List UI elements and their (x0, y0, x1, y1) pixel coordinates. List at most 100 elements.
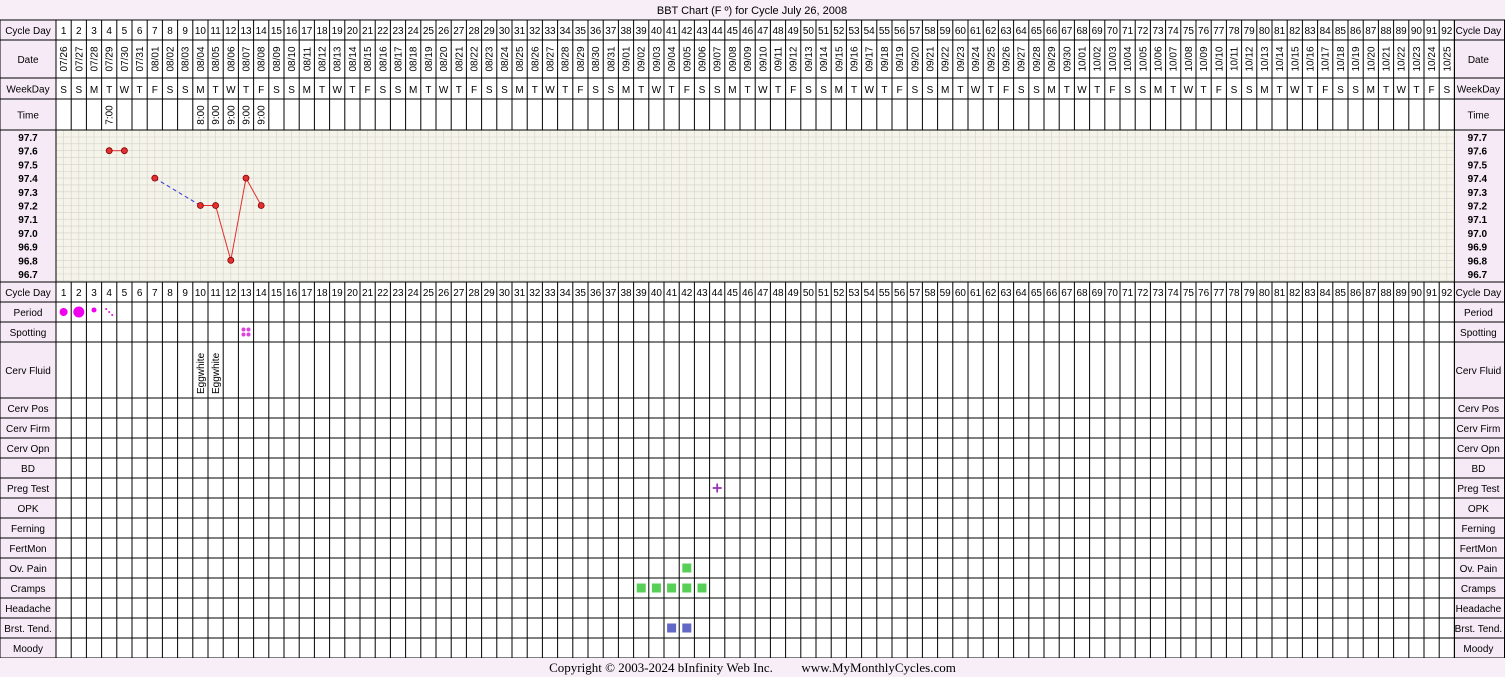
cycle-day-number: 48 (772, 26, 784, 37)
cramps-marker (651, 583, 661, 593)
row-label-left: Preg Test (7, 484, 49, 495)
cycle-day-number: 3 (91, 26, 97, 37)
row-label-left: Period (14, 308, 43, 319)
weekday-letter: T (137, 85, 143, 96)
cycle-day-number: 80 (1259, 26, 1271, 37)
cycle-day-number: 88 (1380, 26, 1392, 37)
date-label: 08/05 (211, 46, 222, 71)
date-label: 10/25 (1442, 46, 1453, 71)
cycle-day-number: 12 (225, 26, 237, 37)
cycle-day-number: 6 (137, 26, 143, 37)
cycle-day-number: 53 (848, 26, 860, 37)
weekday-letter: T (1201, 85, 1207, 96)
weekday-letter: S (1018, 85, 1025, 96)
cycle-day-number: 90 (1411, 26, 1423, 37)
cycle-day-number: 91 (1426, 26, 1438, 37)
date-label: 09/27 (1017, 46, 1028, 71)
cycle-day-number: 8 (167, 26, 173, 37)
date-label: 10/17 (1321, 46, 1332, 71)
cycle-day-number: 76 (1198, 26, 1210, 37)
weekday-letter: T (562, 85, 568, 96)
weekday-letter: S (75, 85, 82, 96)
weekday-letter: S (607, 85, 614, 96)
temp-point (105, 147, 113, 155)
cycle-day-number: 40 (651, 288, 663, 299)
cycle-day-number: 58 (924, 288, 936, 299)
weekday-letter: S (1337, 85, 1344, 96)
weekday-letter: S (805, 85, 812, 96)
cycle-day-number: 18 (316, 288, 328, 299)
date-label: 10/03 (1108, 46, 1119, 71)
spotting-dot (246, 332, 251, 337)
temp-axis-label-right: 97.6 (1468, 147, 1488, 158)
cycle-day-number: 74 (1168, 26, 1180, 37)
weekday-letter: W (1396, 85, 1406, 96)
cycle-day-number: 40 (651, 26, 663, 37)
cycle-day-number: 1 (61, 26, 67, 37)
weekday-letter: T (957, 85, 963, 96)
cycle-day-number: 1 (61, 288, 67, 299)
cycle-day-number: 5 (122, 288, 128, 299)
date-label: 09/16 (850, 46, 861, 71)
row-label-right: Spotting (1460, 328, 1497, 339)
date-label: 09/11 (774, 46, 785, 71)
row-label-left: Cycle Day (5, 26, 51, 37)
cycle-day-number: 8 (167, 288, 173, 299)
temp-axis-label-right: 97.7 (1468, 133, 1488, 144)
date-label: 08/30 (591, 46, 602, 71)
weekday-letter: W (1184, 85, 1194, 96)
cycle-day-number: 82 (1289, 26, 1301, 37)
cycle-day-number: 47 (757, 26, 769, 37)
cycle-day-number: 37 (605, 288, 617, 299)
row-label-left: Brst. Tend. (4, 624, 52, 635)
cycle-day-number: 30 (499, 288, 511, 299)
cycle-day-number: 68 (1076, 288, 1088, 299)
date-label: 10/12 (1245, 46, 1256, 71)
date-label: 08/21 (454, 46, 465, 71)
website-link[interactable]: www.MyMonthlyCycles.com (801, 660, 955, 675)
date-label: 09/24 (971, 46, 982, 71)
cycle-day-number: 57 (909, 26, 921, 37)
date-label: 08/16 (378, 46, 389, 71)
cycle-day-number: 67 (1061, 288, 1073, 299)
cycle-day-number: 87 (1365, 288, 1377, 299)
cycle-day-number: 66 (1046, 26, 1058, 37)
temp-axis-label-left: 97.1 (18, 215, 38, 226)
date-label: 10/20 (1366, 46, 1377, 71)
cycle-day-number: 65 (1031, 288, 1043, 299)
cycle-day-number: 72 (1137, 26, 1149, 37)
date-label: 09/28 (1032, 46, 1043, 71)
weekday-letter: S (1139, 85, 1146, 96)
cycle-day-number: 16 (286, 288, 298, 299)
date-label: 08/18 (409, 46, 420, 71)
date-label: 09/19 (895, 46, 906, 71)
temp-axis-label-right: 97.2 (1468, 202, 1488, 213)
date-label: 10/01 (1078, 46, 1089, 71)
row-label-left: Headache (5, 604, 51, 615)
weekday-letter: S (60, 85, 67, 96)
temp-axis-label-right: 97.1 (1468, 215, 1488, 226)
date-label: 09/08 (728, 46, 739, 71)
weekday-letter: F (471, 85, 477, 96)
temp-point (257, 202, 265, 209)
cycle-day-number: 42 (681, 26, 693, 37)
cycle-day-number: 62 (985, 288, 997, 299)
cycle-day-number: 12 (225, 288, 237, 299)
weekday-letter: T (319, 85, 325, 96)
cycle-day-number: 14 (256, 26, 268, 37)
weekday-letter: W (332, 85, 342, 96)
row-label-right: Brst. Tend. (1455, 624, 1503, 635)
weekday-letter: W (652, 85, 662, 96)
cycle-day-number: 11 (210, 288, 221, 299)
date-label: 10/08 (1184, 46, 1195, 71)
cycle-day-number: 28 (468, 288, 480, 299)
weekday-letter: S (1033, 85, 1040, 96)
date-label: 10/15 (1290, 46, 1301, 71)
cycle-day-number: 69 (1092, 26, 1104, 37)
date-label: 10/05 (1138, 46, 1149, 71)
cycle-day-number: 36 (590, 288, 602, 299)
row-label-left: Cramps (10, 584, 45, 595)
cycle-day-number: 25 (423, 26, 435, 37)
row-label-right: Cerv Fluid (1456, 366, 1502, 377)
cycle-day-number: 35 (575, 26, 587, 37)
